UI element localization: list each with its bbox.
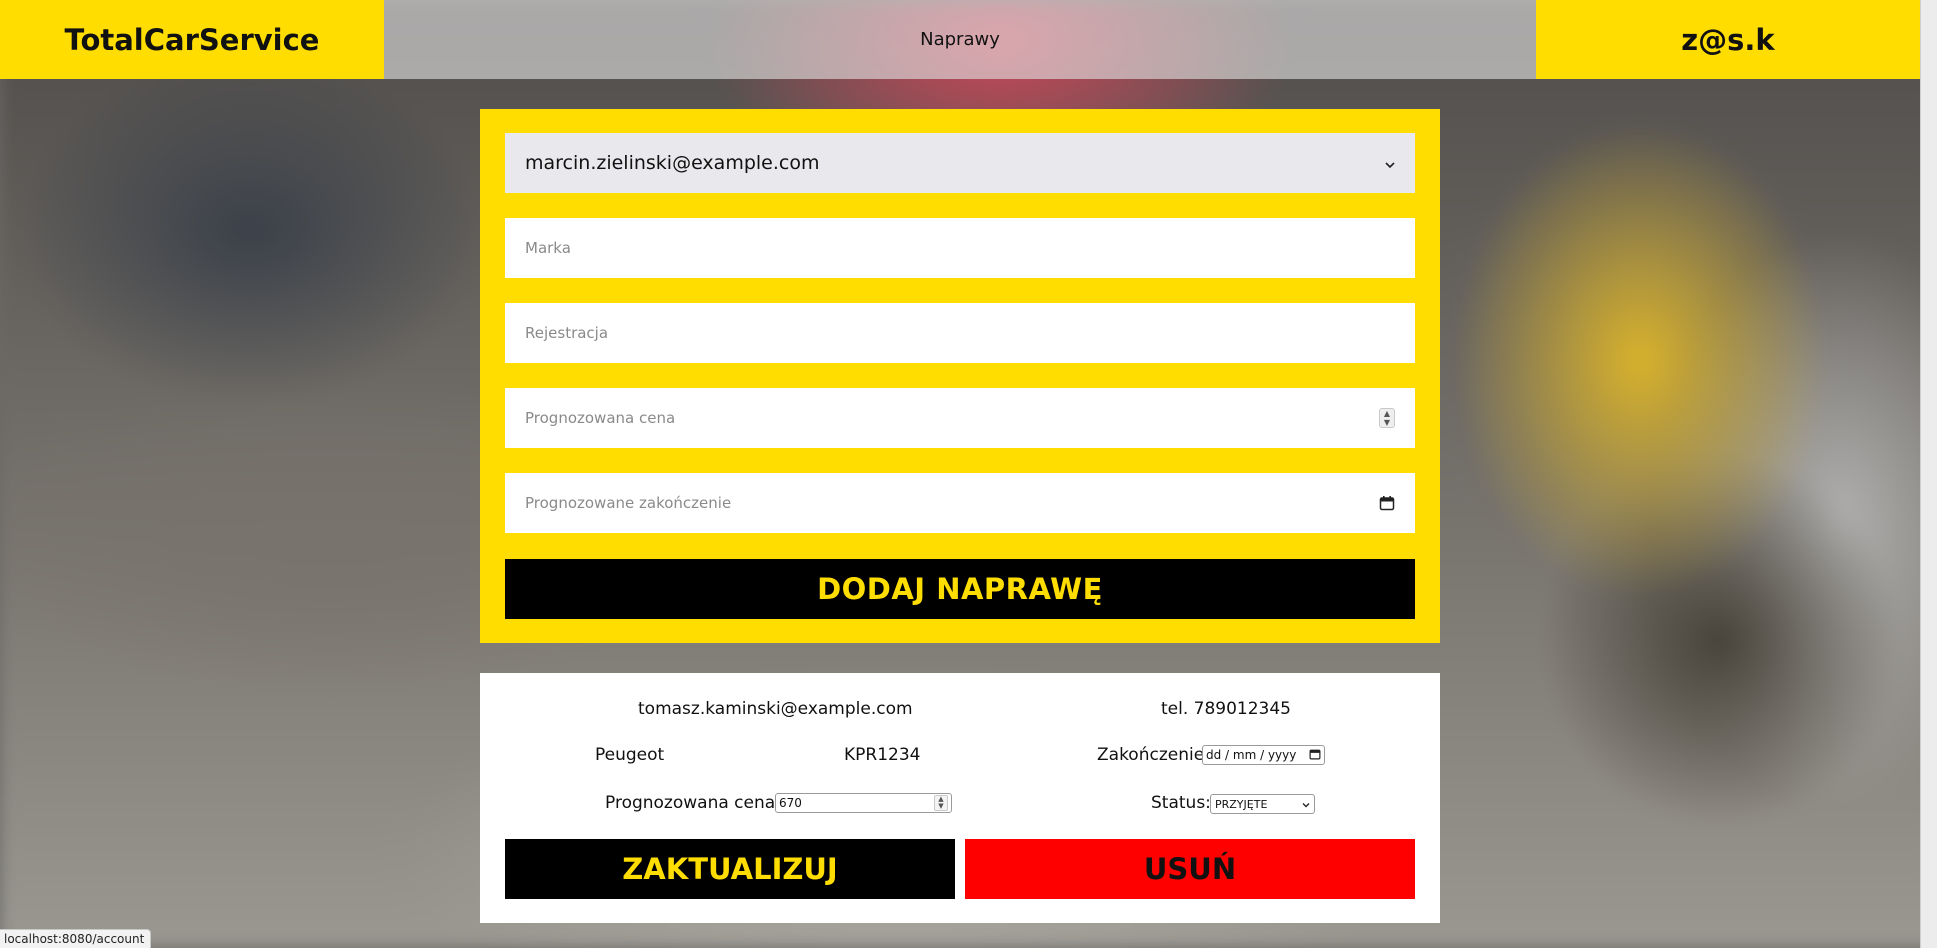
delete-button[interactable]: USUŃ (965, 839, 1415, 899)
brand-input-placeholder: Marka (525, 239, 571, 257)
end-date-label: Zakończenie (1097, 745, 1205, 765)
add-repair-form: marcin.zielinski@example.com Marka Rejes… (480, 109, 1440, 643)
car-brand: Peugeot (595, 745, 665, 765)
navbar: TotalCarService Naprawy z@s.k (0, 0, 1920, 79)
end-date-input-placeholder: Prognozowane zakończenie (525, 494, 732, 512)
calendar-icon[interactable] (1379, 495, 1395, 511)
price-field-value: 670 (779, 796, 802, 810)
car-registration: KPR1234 (844, 745, 921, 765)
add-repair-button[interactable]: DODAJ NAPRAWĘ (505, 559, 1415, 619)
browser-status-url: localhost:8080/account (0, 929, 152, 948)
brand-input[interactable]: Marka (505, 218, 1415, 278)
end-date-input[interactable]: Prognozowane zakończenie (505, 473, 1415, 533)
client-select-value: marcin.zielinski@example.com (525, 152, 820, 174)
registration-input-placeholder: Rejestracja (525, 324, 609, 342)
client-select[interactable]: marcin.zielinski@example.com (505, 133, 1415, 193)
brand-logo-link[interactable]: TotalCarService (0, 0, 384, 79)
repair-card: tomasz.kaminski@example.com tel. 7890123… (480, 673, 1440, 923)
price-input[interactable]: Prognozowana cena ▲ ▼ (505, 388, 1415, 448)
status-label: Status: (1151, 793, 1211, 813)
price-field[interactable]: 670 ▲ ▼ (775, 793, 952, 813)
scrollbar-track[interactable] (1920, 0, 1937, 948)
client-phone: tel. 789012345 (1161, 699, 1291, 719)
price-label: Prognozowana cena: (605, 793, 781, 813)
end-date-field[interactable]: dd / mm / yyyy (1202, 745, 1325, 765)
number-spinner-icon[interactable]: ▲ ▼ (934, 795, 948, 811)
registration-input[interactable]: Rejestracja (505, 303, 1415, 363)
number-spinner-icon[interactable]: ▲ ▼ (1379, 408, 1395, 428)
status-select-value: PRZYJĘTE (1215, 797, 1268, 811)
nav-link-naprawy[interactable]: Naprawy (384, 0, 1536, 79)
user-account-link[interactable]: z@s.k (1536, 0, 1920, 79)
client-email: tomasz.kaminski@example.com (638, 699, 913, 719)
end-date-field-value: dd / mm / yyyy (1206, 748, 1297, 762)
chevron-down-icon (1302, 798, 1310, 811)
calendar-icon[interactable] (1309, 748, 1321, 763)
chevron-down-icon (1385, 152, 1395, 174)
update-button[interactable]: ZAKTUALIZUJ (505, 839, 955, 899)
price-input-placeholder: Prognozowana cena (525, 409, 676, 427)
status-select[interactable]: PRZYJĘTE (1210, 794, 1315, 814)
